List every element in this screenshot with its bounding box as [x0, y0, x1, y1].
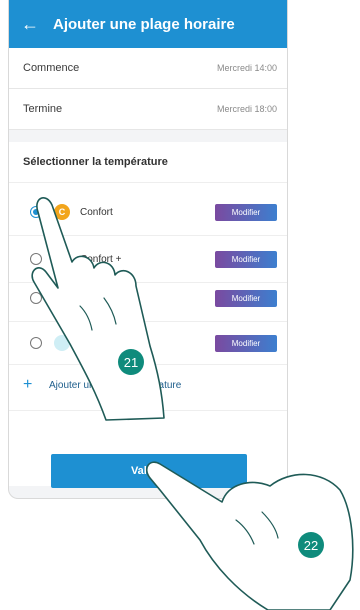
option-name: Confort +: [80, 253, 122, 265]
validate-button[interactable]: Valider: [51, 454, 247, 488]
modify-button[interactable]: Modifier: [215, 250, 277, 268]
step-badge-21: 21: [118, 349, 144, 375]
divider: [9, 235, 287, 236]
option-name: Confort: [80, 206, 113, 218]
app-header: ← Ajouter une plage horaire: [9, 0, 287, 48]
temperature-icon: [54, 290, 70, 306]
end-value: Mercredi 18:00: [216, 104, 277, 114]
confort-icon: C: [54, 204, 70, 220]
end-label: Termine: [23, 103, 63, 115]
start-row[interactable]: Commence Mercredi 14:00: [9, 48, 287, 89]
confort-plus-icon: [54, 251, 70, 267]
modify-button[interactable]: Modifier: [215, 289, 277, 307]
temperature-option-eco[interactable]: Éco Modifier: [9, 328, 287, 358]
option-name: Éco: [80, 337, 98, 349]
modify-button[interactable]: Modifier: [215, 334, 277, 352]
radio-unselected[interactable]: [30, 253, 42, 265]
temperature-section-title: Sélectionner la température: [23, 156, 168, 168]
divider: [9, 182, 287, 183]
radio-selected[interactable]: [30, 206, 42, 218]
app-screen: ← Ajouter une plage horaire Commence Mer…: [8, 0, 288, 499]
radio-unselected[interactable]: [30, 292, 42, 304]
divider: [9, 410, 287, 411]
add-temperature-set-link[interactable]: + Ajouter un jeu de température: [23, 376, 181, 394]
start-value: Mercredi 14:00: [216, 63, 277, 73]
page-title: Ajouter une plage horaire: [53, 15, 235, 33]
start-label: Commence: [23, 62, 80, 74]
back-arrow-icon[interactable]: ←: [21, 15, 45, 33]
plus-icon: +: [23, 376, 33, 393]
temperature-section: Sélectionner la température C Confort Mo…: [9, 142, 287, 486]
modify-button[interactable]: Modifier: [215, 203, 277, 221]
add-temperature-set-label: Ajouter un jeu de température: [49, 379, 182, 391]
temperature-option-confort-plus[interactable]: Confort + Modifier: [9, 244, 287, 274]
end-row[interactable]: Termine Mercredi 18:00: [9, 89, 287, 130]
divider: [9, 364, 287, 365]
step-badge-22: 22: [298, 532, 324, 558]
radio-unselected[interactable]: [30, 337, 42, 349]
temperature-option-3[interactable]: Modifier: [9, 283, 287, 313]
divider: [9, 321, 287, 322]
eco-icon: [54, 335, 70, 351]
temperature-option-confort[interactable]: C Confort Modifier: [9, 197, 287, 227]
